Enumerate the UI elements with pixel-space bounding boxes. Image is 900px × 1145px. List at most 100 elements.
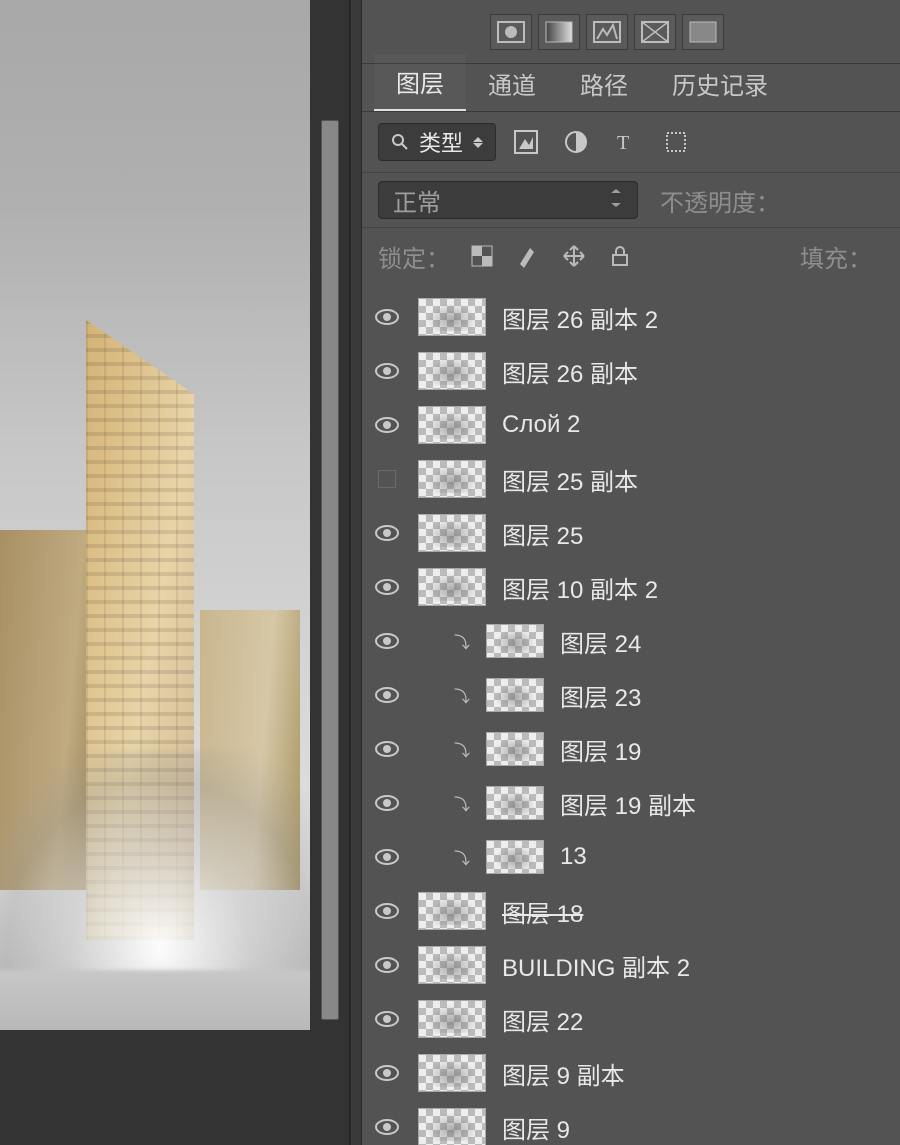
- filter-type-icon[interactable]: T: [612, 128, 640, 156]
- layer-thumbnail[interactable]: [418, 460, 486, 498]
- layer-thumbnail[interactable]: [486, 786, 544, 820]
- visibility-eye-icon: [375, 308, 399, 326]
- layer-item[interactable]: ⤵图层 23: [362, 668, 900, 722]
- layer-thumbnail[interactable]: [486, 732, 544, 766]
- visibility-toggle[interactable]: [372, 1118, 402, 1136]
- layer-name[interactable]: 图层 18: [502, 894, 583, 929]
- canvas-area[interactable]: [0, 0, 350, 1145]
- visibility-toggle[interactable]: [372, 1010, 402, 1028]
- visibility-toggle[interactable]: [372, 416, 402, 434]
- layer-name[interactable]: BUILDING 副本 2: [502, 948, 690, 983]
- layer-item[interactable]: 图层 9: [362, 1100, 900, 1145]
- updown-icon: [473, 137, 483, 148]
- visibility-eye-icon: [375, 632, 399, 650]
- tab-layers[interactable]: 图层: [374, 54, 466, 111]
- layer-thumbnail[interactable]: [418, 1054, 486, 1092]
- lock-position-icon[interactable]: [560, 242, 588, 270]
- tab-history[interactable]: 历史记录: [650, 56, 790, 111]
- clipping-mask-icon: ⤵: [454, 737, 470, 761]
- lock-pixels-icon[interactable]: [514, 242, 542, 270]
- layer-name[interactable]: 图层 26 副本 2: [502, 300, 658, 335]
- layer-name[interactable]: 13: [560, 843, 587, 871]
- preset-button[interactable]: [490, 14, 532, 50]
- layer-thumbnail[interactable]: [418, 946, 486, 984]
- layer-thumbnail[interactable]: [486, 624, 544, 658]
- tab-channels[interactable]: 通道: [466, 56, 558, 111]
- canvas-content: [0, 750, 310, 970]
- layer-name[interactable]: 图层 24: [560, 624, 641, 659]
- lock-all-icon[interactable]: [606, 242, 634, 270]
- layer-name[interactable]: 图层 26 副本: [502, 354, 638, 389]
- visibility-eye-icon: [375, 1010, 399, 1028]
- filter-adjustment-icon[interactable]: [562, 128, 590, 156]
- visibility-toggle[interactable]: [372, 524, 402, 542]
- blend-mode-value: 正常: [393, 183, 441, 218]
- canvas[interactable]: [0, 0, 310, 1030]
- layer-item[interactable]: 图层 18: [362, 884, 900, 938]
- visibility-eye-icon: [375, 1064, 399, 1082]
- svg-text:T: T: [617, 132, 629, 154]
- layer-item[interactable]: 图层 26 副本: [362, 344, 900, 398]
- layer-item[interactable]: 图层 25: [362, 506, 900, 560]
- layer-name[interactable]: 图层 25 副本: [502, 462, 638, 497]
- layer-item[interactable]: ⤵13: [362, 830, 900, 884]
- visibility-toggle[interactable]: [372, 902, 402, 920]
- layer-name[interactable]: 图层 19 副本: [560, 786, 696, 821]
- visibility-toggle[interactable]: [372, 308, 402, 326]
- layer-thumbnail[interactable]: [418, 298, 486, 336]
- visibility-toggle[interactable]: [372, 632, 402, 650]
- layer-name[interactable]: 图层 23: [560, 678, 641, 713]
- filter-shape-icon[interactable]: [662, 128, 690, 156]
- lock-transparency-icon[interactable]: [468, 242, 496, 270]
- layer-thumbnail[interactable]: [418, 1000, 486, 1038]
- layer-name[interactable]: 图层 25: [502, 516, 583, 551]
- panel-divider[interactable]: [350, 0, 362, 1145]
- layer-name[interactable]: 图层 9 副本: [502, 1056, 625, 1091]
- layer-name[interactable]: 图层 10 副本 2: [502, 570, 658, 605]
- layer-thumbnail[interactable]: [418, 892, 486, 930]
- tab-label: 历史记录: [672, 73, 768, 100]
- layer-thumbnail[interactable]: [418, 406, 486, 444]
- layer-thumbnail[interactable]: [486, 840, 544, 874]
- canvas-scrollbar-vertical[interactable]: [321, 120, 339, 1020]
- preset-button[interactable]: [586, 14, 628, 50]
- layer-name[interactable]: 图层 9: [502, 1110, 570, 1145]
- layer-item[interactable]: Слой 2: [362, 398, 900, 452]
- layer-item[interactable]: 图层 10 副本 2: [362, 560, 900, 614]
- layer-item[interactable]: BUILDING 副本 2: [362, 938, 900, 992]
- visibility-toggle[interactable]: [372, 362, 402, 380]
- visibility-toggle[interactable]: [372, 740, 402, 758]
- layer-thumbnail[interactable]: [418, 568, 486, 606]
- blend-mode-select[interactable]: 正常: [378, 181, 638, 219]
- preset-button[interactable]: [634, 14, 676, 50]
- layer-item[interactable]: ⤵ 图层 19: [362, 722, 900, 776]
- layer-name[interactable]: 图层 22: [502, 1002, 583, 1037]
- filter-pixel-icon[interactable]: [512, 128, 540, 156]
- filter-type-select[interactable]: 类型: [378, 123, 496, 161]
- layer-item[interactable]: 图层 22: [362, 992, 900, 1046]
- preset-button[interactable]: [682, 14, 724, 50]
- visibility-eye-icon: [375, 362, 399, 380]
- visibility-toggle[interactable]: [372, 1064, 402, 1082]
- tab-paths[interactable]: 路径: [558, 56, 650, 111]
- layer-thumbnail[interactable]: [486, 678, 544, 712]
- preset-button[interactable]: [538, 14, 580, 50]
- layer-thumbnail[interactable]: [418, 514, 486, 552]
- layer-thumbnail[interactable]: [418, 352, 486, 390]
- layer-item[interactable]: 图层 26 副本 2: [362, 290, 900, 344]
- visibility-toggle[interactable]: [372, 956, 402, 974]
- visibility-toggle[interactable]: [372, 470, 402, 488]
- layers-list[interactable]: 图层 26 副本 2 图层 26 副本 Слой 2 图层 25 副本图层 25 图层 …: [362, 284, 900, 1145]
- visibility-toggle[interactable]: [372, 794, 402, 812]
- layer-item[interactable]: ⤵图层 24: [362, 614, 900, 668]
- layer-item[interactable]: 图层 9 副本: [362, 1046, 900, 1100]
- visibility-toggle[interactable]: [372, 848, 402, 866]
- layer-item[interactable]: 图层 25 副本: [362, 452, 900, 506]
- visibility-toggle[interactable]: [372, 578, 402, 596]
- layer-thumbnail[interactable]: [418, 1108, 486, 1145]
- visibility-toggle[interactable]: [372, 686, 402, 704]
- layer-item[interactable]: ⤵图层 19 副本: [362, 776, 900, 830]
- layer-name[interactable]: Слой 2: [502, 411, 580, 439]
- fill-label: 填充：: [800, 239, 884, 274]
- layer-name[interactable]: 图层 19: [560, 732, 641, 767]
